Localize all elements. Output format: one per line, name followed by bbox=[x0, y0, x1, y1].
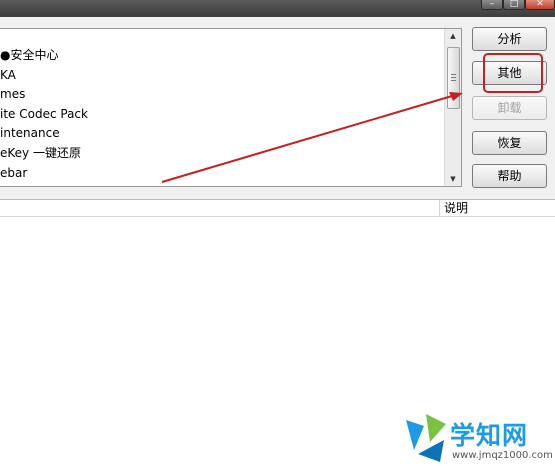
watermark: 学知网 www.jmqz1000.com bbox=[400, 408, 555, 467]
column-separator[interactable] bbox=[439, 200, 440, 216]
watermark-title: 学知网 bbox=[450, 421, 529, 450]
description-column-header[interactable]: 说明 bbox=[444, 200, 468, 216]
watermark-url: www.jmqz1000.com bbox=[452, 450, 553, 461]
watermark-logo-icon bbox=[406, 414, 446, 462]
detail-header: 说明 bbox=[0, 200, 555, 217]
